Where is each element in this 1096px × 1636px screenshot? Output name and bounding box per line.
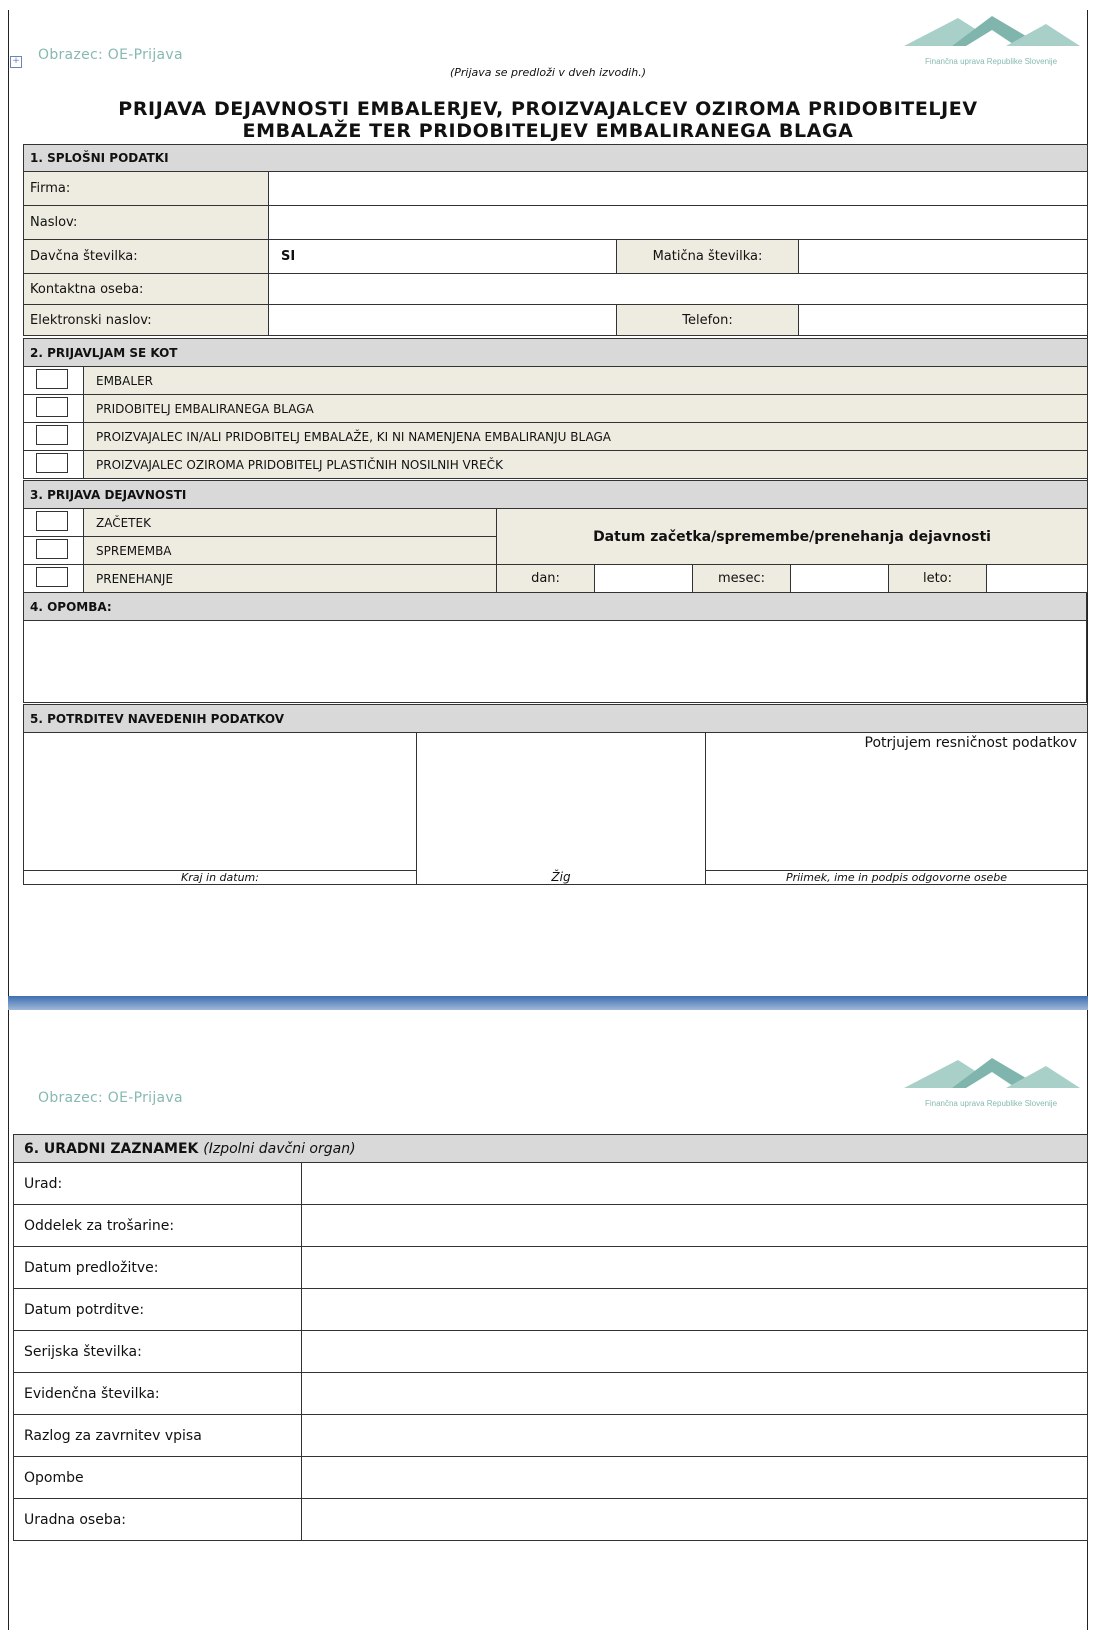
telefon-field[interactable] <box>797 304 1089 336</box>
datum-potrditve-label: Datum potrditve: <box>13 1288 302 1331</box>
section-4-heading: 4. OPOMBA: <box>23 592 1087 621</box>
option-nosilne-vrecke: PROIZVAJALEC OZIROMA PRIDOBITELJ PLASTIČ… <box>83 450 1088 479</box>
logo-text-page2: Finančna uprava Republike Slovenije <box>924 1099 1058 1108</box>
naslov-label: Naslov: <box>23 205 269 240</box>
dan-field[interactable] <box>594 564 693 593</box>
davcna-label: Davčna številka: <box>23 239 269 274</box>
dan-label: dan: <box>496 564 595 593</box>
place-date-caption: Kraj in datum: <box>23 870 417 885</box>
section-3-heading: 3. PRIJAVA DEJAVNOSTI <box>22 480 1089 509</box>
evidencna-label: Evidenčna številka: <box>13 1372 302 1415</box>
signature-field[interactable]: Potrjujem resničnost podatkov <box>705 732 1088 871</box>
section-5-table: 5. POTRDITEV NAVEDENIH PODATKOV Žig Potr… <box>23 704 1088 885</box>
option-zacetek: ZAČETEK <box>83 508 497 537</box>
checkbox-zacetek[interactable] <box>23 508 84 537</box>
stamp-field[interactable]: Žig <box>416 732 706 885</box>
place-date-field[interactable] <box>23 732 417 871</box>
fu-logo: Finančna uprava Republike Slovenije <box>896 10 1086 66</box>
mesec-field[interactable] <box>790 564 889 593</box>
davcna-field[interactable]: SI <box>268 239 617 274</box>
razlog-field[interactable] <box>301 1414 1088 1457</box>
evidencna-field[interactable] <box>301 1372 1088 1415</box>
option-embaler: EMBALER <box>83 366 1088 395</box>
option-prenehanje: PRENEHANJE <box>83 564 497 593</box>
section-2-table: 2. PRIJAVLJAM SE KOT EMBALER PRIDOBITELJ… <box>23 338 1088 479</box>
maticna-field[interactable] <box>797 239 1089 274</box>
section-1-table: 1. SPLOŠNI PODATKI Firma: Naslov: Davčna… <box>22 144 1089 336</box>
serijska-label: Serijska številka: <box>13 1330 302 1373</box>
section-2-heading: 2. PRIJAVLJAM SE KOT <box>23 338 1088 367</box>
datum-predlozitve-label: Datum predložitve: <box>13 1246 302 1289</box>
firma-label: Firma: <box>23 171 269 206</box>
logo-text: Finančna uprava Republike Slovenije <box>924 57 1058 66</box>
email-label: Elektronski naslov: <box>23 304 269 336</box>
checkbox-pridobitelj-blaga[interactable] <box>23 394 84 423</box>
mesec-label: mesec: <box>692 564 791 593</box>
checkbox-prenehanje[interactable] <box>23 564 84 593</box>
oddelek-label: Oddelek za trošarine: <box>13 1204 302 1247</box>
opomba-field[interactable] <box>23 620 1087 703</box>
checkbox-sprememba[interactable] <box>23 536 84 565</box>
opombe-field[interactable] <box>301 1456 1088 1499</box>
fu-logo-page2: Finančna uprava Republike Slovenije <box>896 1052 1086 1108</box>
fu-logo-icon-page2 <box>904 1058 1080 1088</box>
serijska-field[interactable] <box>301 1330 1088 1373</box>
fu-logo-icon <box>904 16 1080 46</box>
date-title: Datum začetka/spremembe/prenehanja dejav… <box>495 508 1089 565</box>
uradna-oseba-label: Uradna oseba: <box>13 1498 302 1541</box>
firma-field[interactable] <box>267 171 1089 206</box>
section-6-title: 6. URADNI ZAZNAMEK <box>24 1140 199 1157</box>
form-title-line1: PRIJAVA DEJAVNOSTI EMBALERJEV, PROIZVAJA… <box>118 98 978 120</box>
email-field[interactable] <box>268 304 617 336</box>
copies-note: (Prijava se predloži v dveh izvodih.) <box>449 66 646 79</box>
datum-potrditve-field[interactable] <box>301 1288 1088 1331</box>
section-6-note: (Izpolni davčni organ) <box>203 1140 356 1157</box>
page-break <box>8 996 1088 1010</box>
checkbox-proizvajalec-embalaze[interactable] <box>23 422 84 451</box>
stamp-caption: Žig <box>551 870 571 884</box>
form-title: PRIJAVA DEJAVNOSTI EMBALERJEV, PROIZVAJA… <box>30 98 1066 142</box>
datum-predlozitve-field[interactable] <box>301 1246 1088 1289</box>
kontakt-label: Kontaktna oseba: <box>23 273 269 305</box>
maticna-label: Matična številka: <box>616 239 799 274</box>
confirm-text: Potrjujem resničnost podatkov <box>864 735 1077 751</box>
oddelek-field[interactable] <box>301 1204 1088 1247</box>
naslov-field[interactable] <box>267 205 1089 240</box>
form-label: Obrazec: OE-Prijava <box>38 47 183 63</box>
section-3-table: 3. PRIJAVA DEJAVNOSTI ZAČETEK Datum zače… <box>22 480 1089 593</box>
telefon-label: Telefon: <box>616 304 799 336</box>
section-1-heading: 1. SPLOŠNI PODATKI <box>22 144 1089 172</box>
urad-label: Urad: <box>13 1162 302 1205</box>
section-5-heading: 5. POTRDITEV NAVEDENIH PODATKOV <box>23 704 1088 733</box>
option-proizvajalec-embalaze: PROIZVAJALEC IN/ALI PRIDOBITELJ EMBALAŽE… <box>83 422 1088 451</box>
section-6-table: 6. URADNI ZAZNAMEK (Izpolni davčni organ… <box>13 1134 1088 1541</box>
urad-field[interactable] <box>301 1162 1088 1205</box>
razlog-label: Razlog za zavrnitev vpisa <box>13 1414 302 1457</box>
checkbox-embaler[interactable] <box>23 366 84 395</box>
kontakt-field[interactable] <box>267 273 1089 305</box>
option-pridobitelj-blaga: PRIDOBITELJ EMBALIRANEGA BLAGA <box>83 394 1088 423</box>
form-title-line2: EMBALAŽE TER PRIDOBITELJEV EMBALIRANEGA … <box>242 120 854 142</box>
leto-field[interactable] <box>985 564 1089 593</box>
checkbox-nosilne-vrecke[interactable] <box>23 450 84 479</box>
signature-caption: Priimek, ime in podpis odgovorne osebe <box>705 870 1088 885</box>
section-6-heading: 6. URADNI ZAZNAMEK (Izpolni davčni organ… <box>13 1134 1088 1163</box>
uradna-oseba-field[interactable] <box>301 1498 1088 1541</box>
leto-label: leto: <box>888 564 987 593</box>
section-4-table: 4. OPOMBA: <box>23 592 1087 703</box>
option-sprememba: SPREMEMBA <box>83 536 497 565</box>
form-label-page2: Obrazec: OE-Prijava <box>38 1090 183 1106</box>
opombe-label: Opombe <box>13 1456 302 1499</box>
